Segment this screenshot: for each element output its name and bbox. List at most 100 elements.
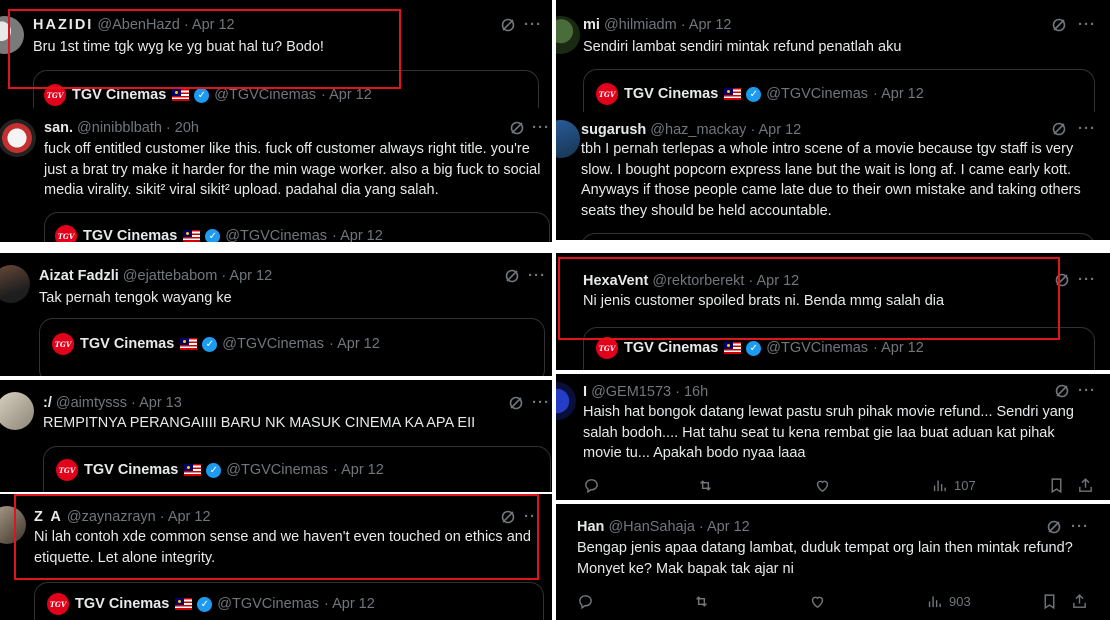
author-name[interactable]: I xyxy=(583,384,587,400)
quoted-name: TGV Cinemas xyxy=(84,462,179,478)
author-meta[interactable]: @ninibblbath · 20h xyxy=(77,120,199,136)
heart-icon xyxy=(816,480,829,492)
grok-icon[interactable] xyxy=(508,395,524,411)
quoted-handle: @TGVCinemas xyxy=(766,340,869,356)
author-name[interactable]: :/ xyxy=(43,395,52,411)
more-icon[interactable]: ··· xyxy=(524,17,542,32)
share-button[interactable] xyxy=(1071,593,1088,610)
more-icon[interactable]: ··· xyxy=(1078,17,1096,32)
repost-button[interactable] xyxy=(697,477,714,494)
views-count: 903 xyxy=(949,593,971,609)
tweet-text: Haish hat bongok datang lewat pastu sruh… xyxy=(583,404,1074,461)
tgv-logo-icon: TGV xyxy=(55,225,77,242)
quoted-tweet[interactable]: TGV TGV Cinemas ✓ @TGVCinemas · Apr 12 xyxy=(34,582,544,620)
verified-badge-icon: ✓ xyxy=(194,87,210,103)
views-icon xyxy=(933,480,946,491)
tweet-sugarush[interactable]: sugarush @haz_mackay · Apr 12 ··· tbh I … xyxy=(556,112,1110,240)
repost-button[interactable] xyxy=(693,593,710,610)
more-icon[interactable]: ··· xyxy=(532,120,550,135)
author-name[interactable]: mi xyxy=(583,17,600,33)
share-icon xyxy=(1073,593,1086,608)
bookmark-icon xyxy=(1044,593,1055,609)
author-meta[interactable]: @GEM1573 · 16h xyxy=(591,384,708,400)
quoted-tweet[interactable] xyxy=(581,233,1095,240)
action-bar: 903 xyxy=(577,591,1092,611)
quoted-tweet[interactable]: TGV TGV Cinemas ✓ @TGVCinemas · Apr 12 xyxy=(583,69,1095,112)
author-name[interactable]: Han xyxy=(577,519,604,535)
grok-icon[interactable] xyxy=(1051,17,1067,33)
quoted-date: · Apr 12 xyxy=(321,87,372,103)
quoted-tweet[interactable]: TGV TGV Cinemas ✓ @TGVCinemas · Apr 12 xyxy=(44,212,550,242)
grok-icon[interactable] xyxy=(1054,383,1070,399)
avatar[interactable] xyxy=(0,119,36,157)
grok-icon[interactable] xyxy=(1051,121,1067,137)
more-icon[interactable]: ··· xyxy=(532,395,550,410)
tweet-mi[interactable]: mi @hilmiadm · Apr 12 ··· Sendiri lambat… xyxy=(556,0,1110,112)
reply-button[interactable] xyxy=(583,477,600,494)
avatar[interactable] xyxy=(556,120,580,158)
quoted-tweet[interactable]: TGV TGV Cinemas ✓ @TGVCinemas · Apr 12 xyxy=(43,446,551,492)
tgv-logo-icon: TGV xyxy=(596,337,618,359)
avatar[interactable] xyxy=(556,16,580,54)
repost-icon xyxy=(696,595,707,607)
reply-icon xyxy=(579,594,592,609)
quoted-tweet[interactable]: TGV TGV Cinemas ✓ @TGVCinemas · Apr 12 xyxy=(39,318,545,376)
tweet-text: tbh I pernah terlepas a whole intro scen… xyxy=(581,141,1081,219)
verified-badge-icon: ✓ xyxy=(206,462,222,478)
more-icon[interactable]: ··· xyxy=(1078,121,1096,136)
more-icon[interactable]: ··· xyxy=(528,268,546,283)
avatar[interactable] xyxy=(0,392,34,430)
views-count: 107 xyxy=(954,477,976,493)
bookmark-button[interactable] xyxy=(1048,477,1065,494)
quoted-handle: @TGVCinemas xyxy=(222,336,325,352)
quoted-handle: @TGVCinemas xyxy=(766,86,869,102)
author-name[interactable]: sugarush xyxy=(581,122,646,138)
more-icon[interactable]: ··· xyxy=(1078,383,1096,398)
avatar[interactable] xyxy=(556,382,576,420)
views-button[interactable]: 903 xyxy=(926,593,971,610)
tweet-san[interactable]: san. @ninibblbath · 20h ··· fuck off ent… xyxy=(0,108,552,242)
quoted-name: TGV Cinemas xyxy=(72,87,167,103)
more-icon[interactable]: ··· xyxy=(1071,519,1089,534)
bookmark-button[interactable] xyxy=(1041,593,1058,610)
grok-icon[interactable] xyxy=(509,120,525,136)
heart-icon xyxy=(811,596,824,608)
grok-icon[interactable] xyxy=(1046,519,1062,535)
like-button[interactable] xyxy=(809,593,826,610)
tweet-gem1573[interactable]: I @GEM1573 · 16h ··· Haish hat bongok da… xyxy=(556,374,1110,500)
grok-icon[interactable] xyxy=(504,268,520,284)
tgv-logo-icon: TGV xyxy=(52,333,74,355)
tweet-aizat[interactable]: Aizat Fadzli @ejattebabom · Apr 12 ··· T… xyxy=(0,253,552,376)
more-icon[interactable]: ··· xyxy=(1078,272,1096,287)
quoted-name: TGV Cinemas xyxy=(624,86,719,102)
author-meta[interactable]: @ejattebabom · Apr 12 xyxy=(123,268,272,284)
reply-icon xyxy=(585,478,598,493)
tweet-aimtysss[interactable]: :/ @aimtysss · Apr 13 ··· REMPITNYA PERA… xyxy=(0,380,552,492)
quoted-handle: @TGVCinemas xyxy=(226,462,329,478)
quoted-date: · Apr 12 xyxy=(873,86,924,102)
author-name[interactable]: san. xyxy=(44,120,73,136)
author-name[interactable]: Aizat Fadzli xyxy=(39,268,119,284)
author-meta[interactable]: @HanSahaja · Apr 12 xyxy=(608,519,749,535)
tweet-han[interactable]: Han @HanSahaja · Apr 12 ··· Bengap jenis… xyxy=(556,504,1110,620)
highlight-box-hazidi xyxy=(8,9,401,89)
tweet-text: Tak pernah tengok wayang ke xyxy=(39,290,232,306)
tweet-text: REMPITNYA PERANGAIIII BARU NK MASUK CINE… xyxy=(43,415,476,431)
grok-icon[interactable] xyxy=(500,17,516,33)
quoted-date: · Apr 12 xyxy=(333,462,384,478)
malaysia-flag-icon xyxy=(724,342,742,354)
malaysia-flag-icon xyxy=(175,598,193,610)
verified-badge-icon: ✓ xyxy=(746,86,762,102)
avatar[interactable] xyxy=(0,265,30,303)
quoted-handle: @TGVCinemas xyxy=(217,596,320,612)
author-meta[interactable]: @aimtysss · Apr 13 xyxy=(56,395,182,411)
views-button[interactable]: 107 xyxy=(931,477,976,494)
reply-button[interactable] xyxy=(577,593,594,610)
quoted-date: · Apr 12 xyxy=(329,336,380,352)
author-meta[interactable]: @haz_mackay · Apr 12 xyxy=(650,122,801,138)
tgv-logo-icon: TGV xyxy=(56,459,78,481)
author-meta[interactable]: @hilmiadm · Apr 12 xyxy=(604,17,732,33)
share-button[interactable] xyxy=(1077,477,1094,494)
quoted-name: TGV Cinemas xyxy=(75,596,170,612)
like-button[interactable] xyxy=(814,477,831,494)
